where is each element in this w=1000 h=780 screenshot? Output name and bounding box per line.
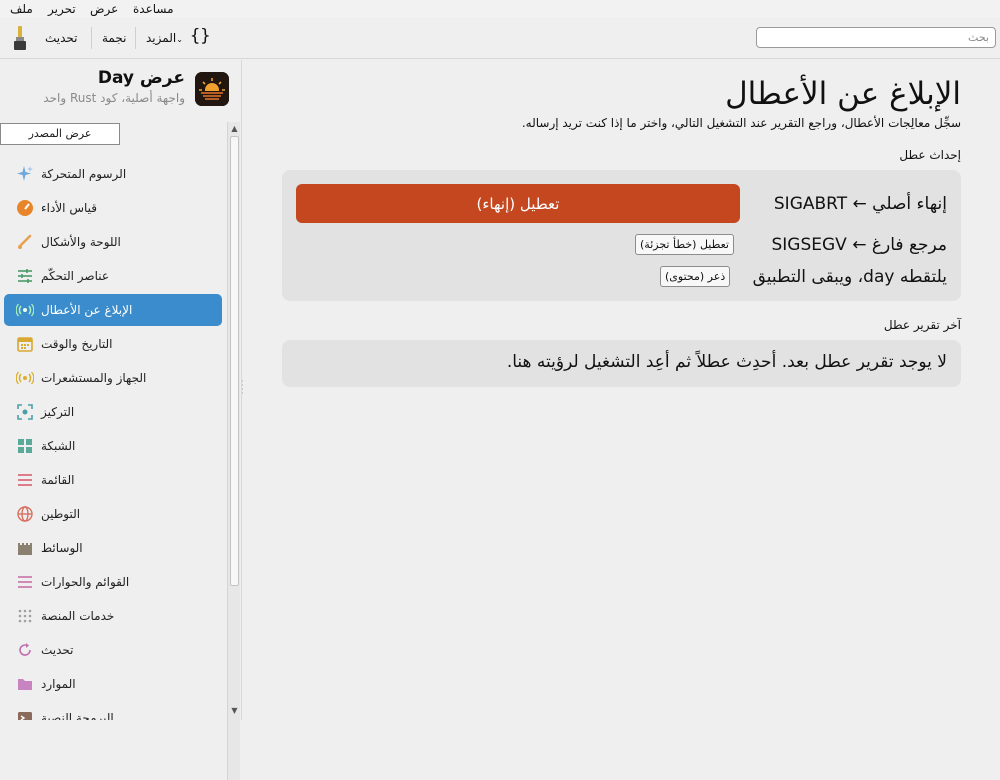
report-text: لا يوجد تقرير عطل بعد. أحدِث عطلاً ثم أع…	[506, 352, 947, 372]
search-input[interactable]	[756, 27, 996, 48]
scroll-up-icon[interactable]: ▲	[230, 124, 239, 134]
sidebar-item-grid[interactable]: الشبكة	[4, 430, 222, 462]
sidebar-item-label: الرسوم المتحركة	[41, 167, 127, 181]
dots-icon	[16, 607, 34, 625]
trigger-card: إنهاء أصلي ← SIGABRT تعطيل (إنهاء) مرجع …	[282, 170, 961, 301]
braces-button[interactable]: {}	[190, 26, 210, 46]
speedometer-icon	[16, 199, 34, 217]
star-button[interactable]: نجمة	[102, 28, 126, 48]
abort-row-label: إنهاء أصلي ← SIGABRT	[773, 194, 947, 214]
view-source-tooltip[interactable]: عرض المصدر	[0, 123, 120, 145]
sidebar-item-canvas[interactable]: اللوحة والأشكال	[4, 226, 222, 258]
sidebar-item-label: الوسائط	[41, 541, 83, 555]
calendar-icon	[16, 335, 34, 353]
crash-segv-button[interactable]: تعطيل (خطأ تجزئة)	[635, 234, 734, 255]
sidebar-item-label: اللوحة والأشكال	[41, 235, 121, 249]
sidebar-item-localization[interactable]: التوطين	[4, 498, 222, 530]
sun-logo-icon	[195, 72, 229, 106]
sidebar-item-label: البرمجة النصية	[41, 711, 114, 720]
sidebar-item-label: القوائم والحوارات	[41, 575, 130, 589]
main-content: الإبلاغ عن الأعطال سجِّل معالِجات الأعطا…	[242, 60, 1000, 720]
crash-abort-button[interactable]: تعطيل (إنهاء)	[296, 184, 740, 223]
sliders-icon	[16, 267, 34, 285]
segv-row-label: مرجع فارغ ← SIGSEGV	[771, 235, 948, 255]
sidebar-scrollbar[interactable]: ▲ ▼	[227, 122, 240, 780]
sidebar-item-datetime[interactable]: التاريخ والوقت	[4, 328, 222, 360]
sidebar-item-label: التاريخ والوقت	[41, 337, 113, 351]
sidebar-item-label: الموارد	[41, 677, 76, 691]
sidebar-item-platform-services[interactable]: خدمات المنصة	[4, 600, 222, 632]
page-description: سجِّل معالِجات الأعطال، وراجع التقرير عن…	[521, 116, 961, 130]
sidebar-item-update[interactable]: تحديث	[4, 634, 222, 666]
update-button[interactable]: تحديث	[45, 28, 78, 48]
sidebar-item-label: الشبكة	[41, 439, 76, 453]
report-section-label: آخر تقرير عطل	[883, 318, 961, 332]
sparkle-icon	[16, 165, 34, 183]
folder-icon	[16, 675, 34, 693]
sidebar-item-label: التركيز	[41, 405, 75, 419]
sidebar-item-label: القائمة	[41, 473, 75, 487]
sensor-icon	[15, 369, 35, 387]
refresh-icon	[16, 641, 34, 659]
toolbar-separator	[135, 27, 136, 49]
sidebar-item-label: عناصر التحكّم	[41, 269, 110, 283]
film-icon	[16, 539, 34, 557]
sidebar-item-media[interactable]: الوسائط	[4, 532, 222, 564]
list-icon	[16, 471, 34, 489]
sidebar-item-animations[interactable]: الرسوم المتحركة	[4, 158, 222, 190]
report-card: لا يوجد تقرير عطل بعد. أحدِث عطلاً ثم أع…	[282, 340, 961, 387]
sidebar-item-label: الإبلاغ عن الأعطال	[41, 303, 133, 317]
sidebar-item-label: تحديث	[41, 643, 74, 657]
page-title: الإبلاغ عن الأعطال	[725, 76, 961, 112]
terminal-icon	[16, 709, 34, 720]
app-subtitle: واجهة أصلية، كود Rust واحد	[43, 91, 185, 105]
panic-row-label: يلتقطه day، ويبقى التطبيق	[752, 267, 947, 287]
sidebar-item-label: خدمات المنصة	[41, 609, 115, 623]
menu-bar: ملف تحرير عرض مساعدة	[0, 0, 1000, 18]
menu-icon	[16, 573, 34, 591]
more-button[interactable]: المزيد⌄	[146, 28, 183, 50]
sidebar: عرض Day واجهة أصلية، كود Rust واحد عرض ا…	[0, 60, 241, 780]
sidebar-item-scripting[interactable]: البرمجة النصية	[4, 702, 222, 720]
sidebar-item-label: قياس الأداء	[41, 201, 97, 215]
broadcast-icon	[15, 301, 35, 319]
sidebar-item-resources[interactable]: الموارد	[4, 668, 222, 700]
sidebar-item-focus[interactable]: التركيز	[4, 396, 222, 428]
globe-icon	[16, 505, 34, 523]
menu-edit[interactable]: تحرير	[48, 1, 76, 17]
app-title: عرض Day	[97, 68, 185, 88]
brush-icon	[16, 233, 34, 251]
menu-help[interactable]: مساعدة	[133, 1, 174, 17]
menu-file[interactable]: ملف	[10, 1, 33, 17]
sidebar-item-device-sensors[interactable]: الجهاز والمستشعرات	[4, 362, 222, 394]
paintbrush-icon[interactable]	[11, 25, 29, 51]
chevron-down-icon: ⌄	[176, 35, 183, 44]
sidebar-item-crash-reporting[interactable]: الإبلاغ عن الأعطال	[4, 294, 222, 326]
sidebar-item-label: التوطين	[41, 507, 81, 521]
scroll-down-icon[interactable]: ▼	[230, 706, 239, 716]
sidebar-item-controls[interactable]: عناصر التحكّم	[4, 260, 222, 292]
grid-icon	[16, 437, 34, 455]
sidebar-nav: الرسوم المتحركة قياس الأداء اللوحة والأش…	[0, 128, 226, 720]
more-label: المزيد	[146, 31, 177, 45]
scrollbar-thumb[interactable]	[230, 136, 239, 586]
toolbar: تحديث نجمة المزيد⌄ {}	[0, 18, 1000, 59]
sidebar-item-label: الجهاز والمستشعرات	[41, 371, 147, 385]
sidebar-item-menus-dialogs[interactable]: القوائم والحوارات	[4, 566, 222, 598]
menu-view[interactable]: عرض	[90, 1, 118, 17]
panic-button[interactable]: ذعر (محتوى)	[660, 266, 731, 287]
toolbar-separator	[91, 27, 92, 49]
sidebar-item-performance[interactable]: قياس الأداء	[4, 192, 222, 224]
trigger-section-label: إحداث عطل	[899, 148, 961, 162]
focus-icon	[16, 403, 34, 421]
sidebar-item-list[interactable]: القائمة	[4, 464, 222, 496]
